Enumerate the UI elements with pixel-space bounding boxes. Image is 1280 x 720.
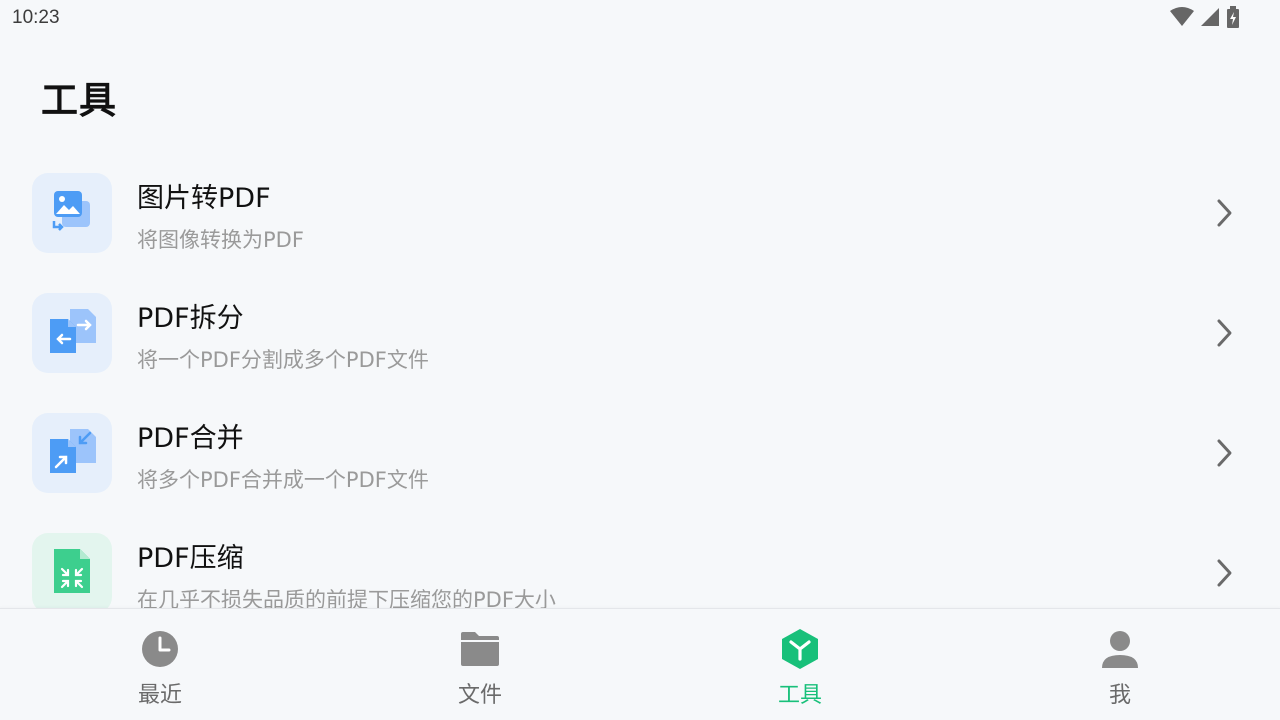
cellular-signal-icon [1200, 7, 1220, 31]
nav-item-tools[interactable]: 工具 [640, 609, 960, 720]
chevron-right-icon [1212, 318, 1236, 348]
tool-icon-container [32, 413, 112, 493]
tool-item-pdf-compress[interactable]: PDF压缩 在几乎不损失品质的前提下压缩您的PDF大小 [0, 512, 1280, 608]
wifi-icon [1170, 7, 1194, 31]
pdf-compress-icon [48, 547, 96, 599]
page-title: 工具 [41, 79, 117, 122]
tool-item-pdf-split[interactable]: PDF拆分 将一个PDF分割成多个PDF文件 [0, 272, 1280, 392]
tool-list: 图片转PDF 将图像转换为PDF PDF拆分 将一个PDF分割成多个PDF文件 … [0, 152, 1280, 608]
person-icon [1100, 629, 1140, 669]
tool-icon-container [32, 293, 112, 373]
tool-name: 图片转PDF [137, 183, 271, 214]
chevron-right-icon [1212, 438, 1236, 468]
tool-item-pdf-merge[interactable]: PDF合并 将多个PDF合并成一个PDF文件 [0, 392, 1280, 512]
status-bar: 10:23 [0, 0, 1280, 36]
tool-description: 将图像转换为PDF [137, 228, 304, 252]
nav-item-me[interactable]: 我 [960, 609, 1280, 720]
tool-name: PDF压缩 [137, 543, 244, 574]
chevron-right-icon [1212, 198, 1236, 228]
battery-charging-icon [1226, 6, 1240, 32]
tool-icon-container [32, 173, 112, 253]
nav-label: 最近 [137, 683, 182, 708]
toolbox-icon [780, 629, 820, 669]
pdf-split-icon [48, 307, 96, 359]
nav-item-files[interactable]: 文件 [320, 609, 640, 720]
tool-name: PDF拆分 [137, 303, 244, 334]
tool-name: PDF合并 [137, 423, 244, 454]
tool-description: 在几乎不损失品质的前提下压缩您的PDF大小 [137, 588, 556, 608]
pdf-merge-icon [48, 427, 96, 479]
clock-icon [140, 629, 180, 669]
status-icons [1170, 6, 1240, 32]
folder-icon [460, 629, 500, 669]
chevron-right-icon [1212, 558, 1236, 588]
tool-icon-container [32, 533, 112, 608]
status-time: 10:23 [12, 7, 60, 28]
tool-description: 将一个PDF分割成多个PDF文件 [137, 348, 429, 372]
tool-item-image-to-pdf[interactable]: 图片转PDF 将图像转换为PDF [0, 152, 1280, 272]
nav-label: 文件 [457, 683, 502, 708]
image-to-pdf-icon [48, 187, 96, 239]
screen: 10:23 工具 图片转PDF 将图像转换为PDF PDF拆分 将一个PDF分割… [0, 0, 1280, 720]
nav-label: 工具 [777, 683, 822, 708]
bottom-navigation: 最近 文件 工具 我 [0, 608, 1280, 720]
nav-item-recent[interactable]: 最近 [0, 609, 320, 720]
nav-label: 我 [1108, 683, 1131, 708]
tool-description: 将多个PDF合并成一个PDF文件 [137, 468, 429, 492]
